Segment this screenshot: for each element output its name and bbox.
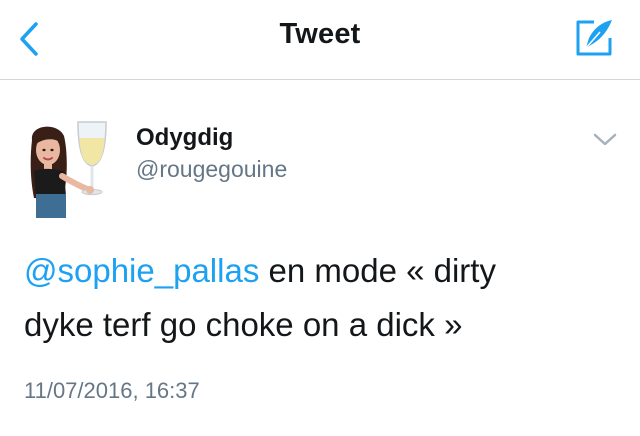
tweet-text: @sophie_pallas en mode « dirty dyke terf … (24, 244, 624, 352)
tweet-text-line2: dyke terf go choke on a dick » (24, 306, 463, 343)
compose-tweet-button[interactable] (570, 14, 618, 62)
mention-link[interactable]: @sophie_pallas (24, 252, 259, 289)
tweet-header: Odygdig @rougegouine (0, 80, 640, 218)
author-username[interactable]: @rougegouine (136, 156, 287, 183)
page-title: Tweet (279, 18, 361, 50)
avatar[interactable] (24, 118, 116, 222)
tweet-menu-button[interactable] (590, 128, 620, 152)
compose-quill-icon (576, 20, 612, 56)
tweet-text-line1: en mode « dirty (259, 252, 496, 289)
navigation-bar: Tweet (0, 0, 640, 80)
bitmoji-avatar-image (30, 121, 107, 218)
author-display-name[interactable]: Odygdig (136, 124, 233, 152)
tweet-timestamp: 11/07/2016, 16:37 (24, 378, 200, 403)
chevron-down-icon (593, 133, 617, 146)
